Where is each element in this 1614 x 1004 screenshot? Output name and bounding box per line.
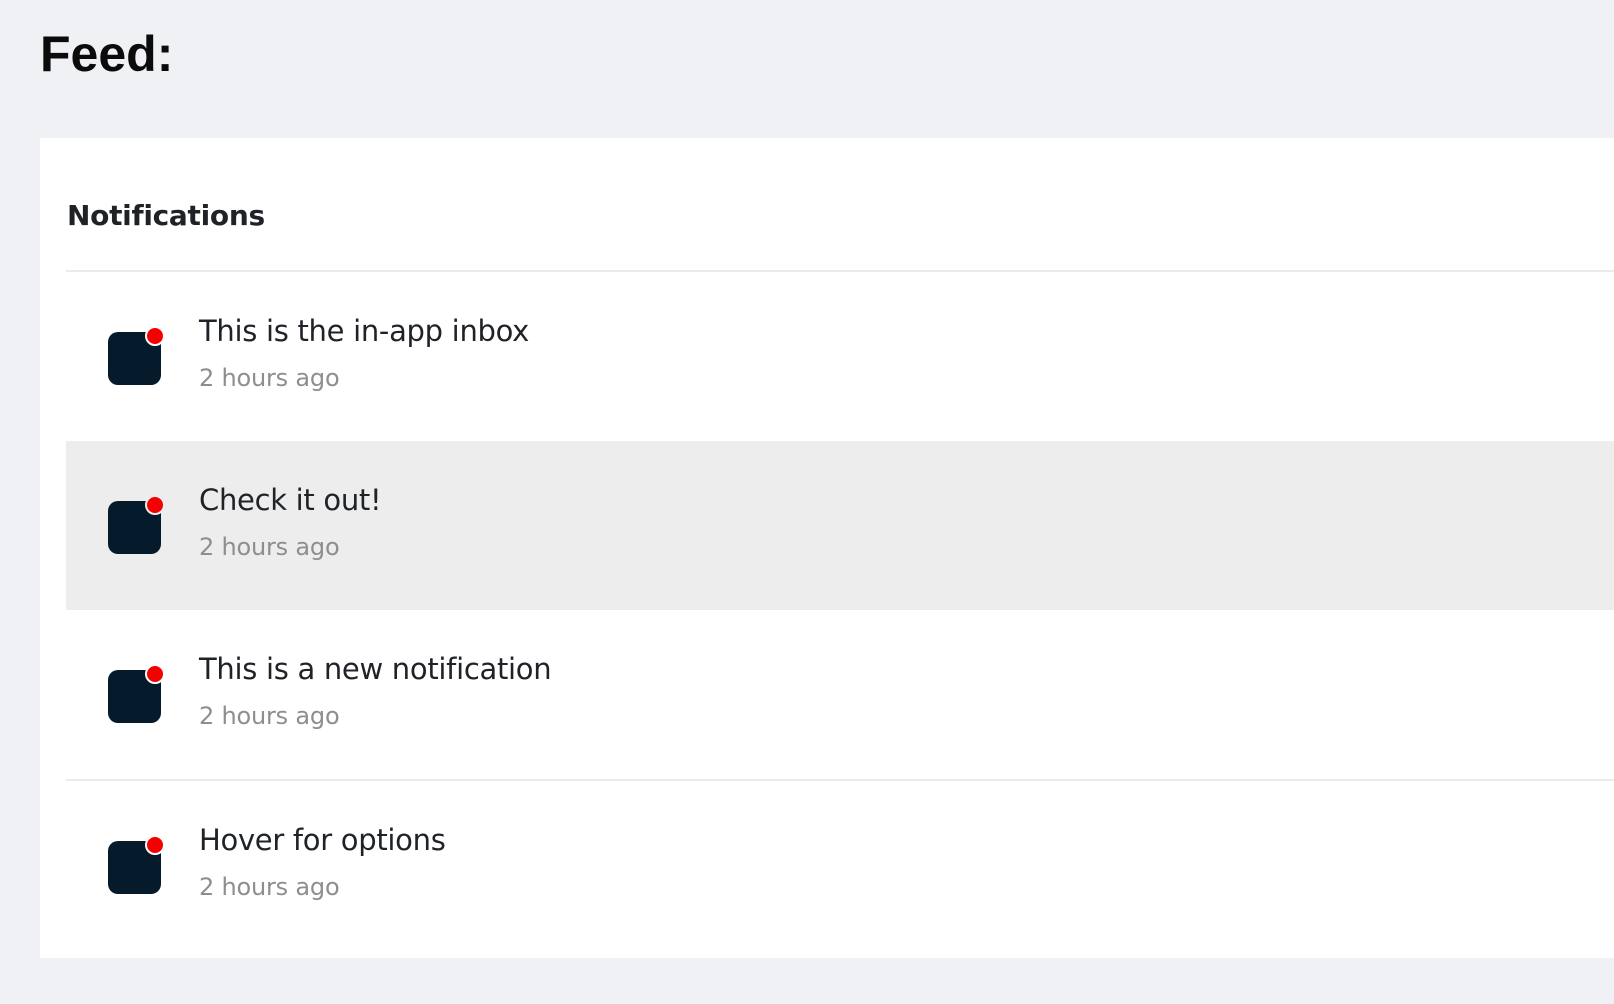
notification-content: This is a new notification 2 hours ago <box>199 652 552 731</box>
notification-timestamp: 2 hours ago <box>199 702 340 730</box>
notification-item[interactable]: This is a new notification 2 hours ago <box>66 610 1614 779</box>
notification-timestamp: 2 hours ago <box>199 364 340 392</box>
notification-title: Check it out! <box>199 483 382 517</box>
notification-avatar <box>108 664 165 723</box>
notification-content: Check it out! 2 hours ago <box>199 483 382 562</box>
notification-timestamp: 2 hours ago <box>199 873 340 901</box>
notification-item[interactable]: Check it out! 2 hours ago <box>66 441 1614 610</box>
notification-avatar <box>108 495 165 554</box>
notification-timestamp: 2 hours ago <box>199 533 340 561</box>
notification-content: Hover for options 2 hours ago <box>199 823 446 902</box>
unread-indicator-icon <box>145 495 165 515</box>
unread-indicator-icon <box>145 835 165 855</box>
notification-avatar <box>108 326 165 385</box>
notification-list: This is the in-app inbox 2 hours ago Che… <box>66 272 1614 950</box>
feed-header: Notifications <box>67 199 265 232</box>
unread-indicator-icon <box>145 664 165 684</box>
notification-title: This is a new notification <box>199 652 552 686</box>
page-title: Feed: <box>40 26 174 82</box>
notification-title: This is the in-app inbox <box>199 314 530 348</box>
notification-item[interactable]: This is the in-app inbox 2 hours ago <box>66 272 1614 441</box>
notification-title: Hover for options <box>199 823 446 857</box>
notification-avatar <box>108 835 165 894</box>
notification-feed-panel: Notifications This is the in-app inbox 2… <box>40 138 1614 958</box>
unread-indicator-icon <box>145 326 165 346</box>
notification-item[interactable]: Hover for options 2 hours ago <box>66 779 1614 950</box>
notification-content: This is the in-app inbox 2 hours ago <box>199 314 529 393</box>
